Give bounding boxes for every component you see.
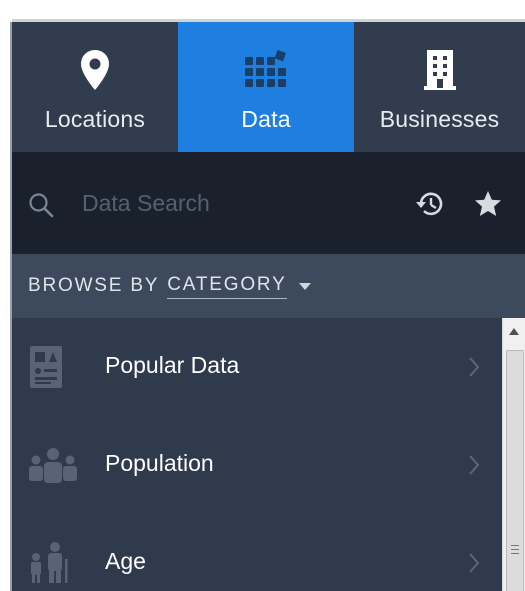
chevron-right-icon [468, 454, 480, 481]
data-search-input[interactable] [80, 184, 384, 222]
building-icon [423, 48, 456, 92]
tab-label: Data [241, 106, 291, 132]
tab-locations[interactable]: Locations [12, 22, 178, 152]
data-grid-icon [244, 48, 288, 92]
favorites-star-icon[interactable] [473, 189, 503, 224]
tab-data[interactable]: Data [178, 22, 354, 152]
tab-label: Businesses [379, 106, 500, 132]
list-item-label: Popular Data [105, 352, 240, 378]
tab-label: Locations [44, 106, 146, 132]
category-dropdown[interactable]: CATEGORY [167, 274, 287, 299]
tab-bar: Locations Data Businesses [12, 22, 525, 152]
category-list: Popular Data Population Age [12, 318, 502, 591]
browse-by-category-header: BROWSE BY CATEGORY [12, 254, 525, 318]
list-item-label: Age [105, 548, 146, 574]
scrollbar-thumb[interactable] [506, 350, 524, 591]
list-scrollbar[interactable] [502, 318, 525, 591]
list-item-popular-data[interactable]: Popular Data [12, 318, 502, 416]
list-item-population[interactable]: Population [12, 416, 502, 514]
list-item-age[interactable]: Age [12, 514, 502, 591]
document-chart-icon [28, 342, 78, 392]
scroll-up-arrow-icon[interactable] [509, 328, 519, 335]
grip-line [511, 545, 519, 546]
data-panel: Locations Data Businesses Data Search BR… [12, 22, 525, 591]
caret-down-icon[interactable] [298, 282, 311, 290]
chevron-right-icon [468, 552, 480, 579]
chevron-right-icon [468, 356, 480, 383]
location-pin-icon [80, 48, 110, 92]
search-icon [28, 192, 54, 223]
list-item-label: Population [105, 450, 214, 476]
people-group-icon [28, 440, 78, 490]
family-age-icon [28, 538, 78, 588]
history-icon[interactable] [415, 190, 445, 223]
grip-line [511, 553, 519, 554]
browse-prefix: BROWSE BY [28, 275, 160, 296]
search-bar [12, 152, 525, 254]
grip-line [511, 549, 519, 550]
tab-businesses[interactable]: Businesses [354, 22, 525, 152]
